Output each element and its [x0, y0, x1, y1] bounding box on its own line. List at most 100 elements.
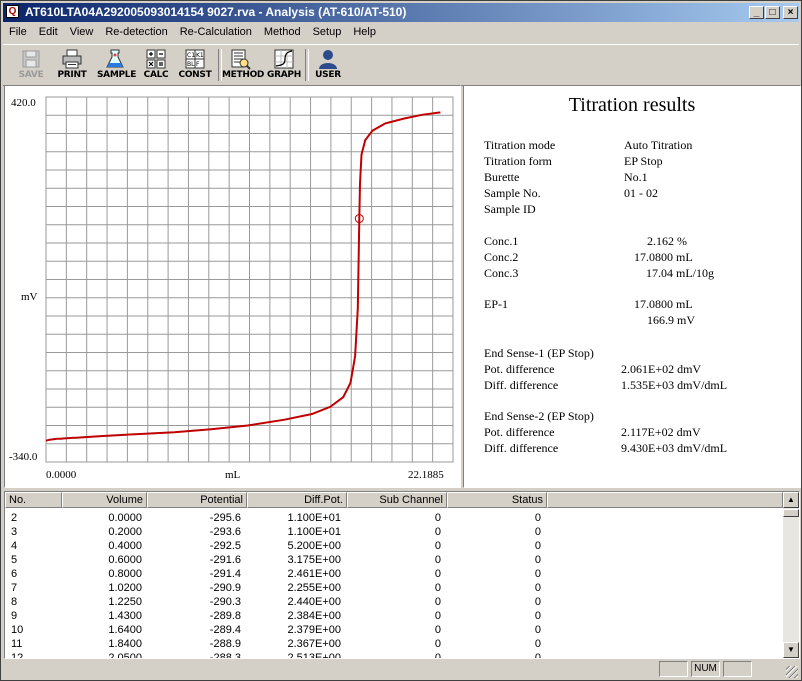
column-header-potential[interactable]: Potential [147, 492, 247, 508]
x-axis-max-label: 22.1885 [408, 469, 444, 481]
table-cell: 2.367E+00 [287, 638, 341, 650]
window-title: AT610LTA04A292005093014154 9027.rva - An… [25, 5, 407, 19]
table-cell: 0.8000 [108, 568, 142, 580]
user-button[interactable]: USER [310, 48, 346, 84]
column-header-empty [547, 492, 783, 508]
table-cell: -288.3 [209, 652, 241, 659]
table-row[interactable]: 6 0.8000 -291.4 2.461E+00 0 0 [5, 567, 783, 581]
table-row[interactable]: 2 0.0000 -295.6 1.100E+01 0 0 [5, 511, 783, 525]
table-row[interactable]: 3 0.2000 -293.6 1.100E+01 0 0 [5, 525, 783, 539]
table-cell: 1.8400 [108, 638, 142, 650]
menu-method[interactable]: Method [258, 24, 307, 38]
table-cell: 1.4300 [108, 610, 142, 622]
svg-text:BL: BL [187, 61, 195, 68]
conc-2-label: Conc.2 [484, 250, 519, 264]
ep-1-value: 17.0800 mL [634, 297, 693, 311]
diff-difference-2-label: Diff. difference [484, 441, 559, 455]
printer-icon [62, 49, 82, 69]
chart-grid [46, 97, 453, 462]
menu-bar: File Edit View Re-detection Re-Calculation Me… [3, 24, 799, 42]
const-button[interactable]: C1 K1 BL F CONST [177, 48, 213, 84]
svg-text:F: F [196, 61, 200, 68]
graph-icon [274, 49, 294, 69]
minimize-icon[interactable]: _ [749, 6, 764, 19]
floppy-disk-icon [22, 50, 40, 68]
column-header-volume[interactable]: Volume [62, 492, 147, 508]
menu-file[interactable]: File [3, 24, 33, 38]
scroll-down-icon[interactable]: ▼ [783, 642, 799, 658]
sample-label: SAMPLE [97, 70, 137, 80]
measurement-table[interactable]: No. Volume Potential Diff.Pot. Sub Chann… [4, 491, 800, 659]
pot-difference-1-value: 2.061E+02 dmV [621, 362, 702, 376]
const-label: CONST [178, 70, 212, 80]
column-header-sub-channel[interactable]: Sub Channel [347, 492, 447, 508]
table-row[interactable]: 8 1.2250 -290.3 2.440E+00 0 0 [5, 595, 783, 609]
table-cell: 12 [11, 652, 24, 659]
y-axis-label: mV [21, 291, 38, 303]
calc-label: CALC [143, 70, 169, 80]
resize-grip-icon[interactable] [786, 666, 798, 678]
menu-help[interactable]: Help [347, 24, 382, 38]
burette-value: No.1 [624, 170, 648, 184]
column-header-status[interactable]: Status [447, 492, 547, 508]
table-cell: 5 [11, 554, 18, 566]
table-body: 2 0.0000 -295.6 1.100E+01 0 0 3 0.2000 -293.6 1.1… [5, 511, 783, 659]
table-row[interactable]: 12 2.0500 -288.3 2.513E+00 0 0 [5, 651, 783, 659]
graph-button[interactable]: GRAPH [266, 48, 302, 84]
column-header-no[interactable]: No. [5, 492, 62, 508]
column-header-diff-pot[interactable]: Diff.Pot. [247, 492, 347, 508]
table-cell: 0 [434, 638, 441, 650]
method-button[interactable]: METHOD [222, 48, 265, 84]
results-title: Titration results [568, 94, 696, 116]
table-row[interactable]: 9 1.4300 -289.8 2.384E+00 0 0 [5, 609, 783, 623]
sample-button[interactable]: SAMPLE [97, 48, 137, 84]
menu-edit[interactable]: Edit [33, 24, 64, 38]
menu-re-detection[interactable]: Re-detection [99, 24, 173, 38]
table-cell: 0 [434, 624, 441, 636]
table-row[interactable]: 11 1.8400 -288.9 2.367E+00 0 0 [5, 637, 783, 651]
table-cell: 0.6000 [108, 554, 142, 566]
table-row[interactable]: 4 0.4000 -292.5 5.200E+00 0 0 [5, 539, 783, 553]
titration-graph-panel[interactable]: 420.0 -340.0 mV 0.0000 22.1885 mL [4, 85, 461, 488]
table-cell: 0 [434, 610, 441, 622]
conc-2-value: 17.0800 mL [634, 250, 693, 264]
calc-button[interactable]: CALC [138, 48, 174, 84]
table-cell: 0 [434, 540, 441, 552]
menu-view[interactable]: View [64, 24, 100, 38]
table-cell: 3.175E+00 [287, 554, 341, 566]
sample-no-label: Sample No. [484, 186, 541, 200]
table-cell: 0 [534, 652, 541, 659]
burette-label: Burette [484, 170, 520, 184]
status-pane-num: NUM [691, 661, 720, 677]
print-button[interactable]: PRINT [54, 48, 90, 84]
user-icon [319, 50, 337, 69]
scroll-up-icon[interactable]: ▲ [783, 492, 799, 508]
save-button[interactable]: SAVE [13, 48, 49, 84]
pot-difference-1-label: Pot. difference [484, 362, 555, 376]
menu-setup[interactable]: Setup [307, 24, 348, 38]
menu-re-calculation[interactable]: Re-Calculation [174, 24, 258, 38]
maximize-icon[interactable]: □ [765, 6, 780, 19]
table-row[interactable]: 5 0.6000 -291.6 3.175E+00 0 0 [5, 553, 783, 567]
calculator-icon [146, 49, 166, 69]
method-label: METHOD [222, 70, 265, 80]
table-row[interactable]: 7 1.0200 -290.9 2.255E+00 0 0 [5, 581, 783, 595]
table-row[interactable]: 10 1.6400 -289.4 2.379E+00 0 0 [5, 623, 783, 637]
x-axis-min-label: 0.0000 [46, 469, 77, 481]
y-axis-max-label: 420.0 [11, 97, 36, 109]
table-cell: 0 [434, 554, 441, 566]
close-icon[interactable]: × [783, 6, 798, 19]
scroll-thumb[interactable] [783, 509, 799, 517]
title-bar[interactable]: Q AT610LTA04A292005093014154 9027.rva - … [3, 3, 799, 22]
table-cell: 1.6400 [108, 624, 142, 636]
table-cell: 3 [11, 526, 18, 538]
table-vertical-scrollbar[interactable]: ▲ ▼ [783, 492, 799, 658]
table-cell: 0 [534, 568, 541, 580]
pot-difference-2-value: 2.117E+02 dmV [621, 425, 701, 439]
table-cell: -290.9 [209, 582, 241, 594]
status-pane-scroll [723, 661, 752, 677]
end-sense-2-label: End Sense-2 (EP Stop) [484, 409, 594, 423]
table-cell: 0 [534, 512, 541, 524]
titration-curve-chart[interactable]: 420.0 -340.0 mV 0.0000 22.1885 mL [5, 86, 460, 487]
titration-form-label: Titration form [484, 154, 552, 168]
